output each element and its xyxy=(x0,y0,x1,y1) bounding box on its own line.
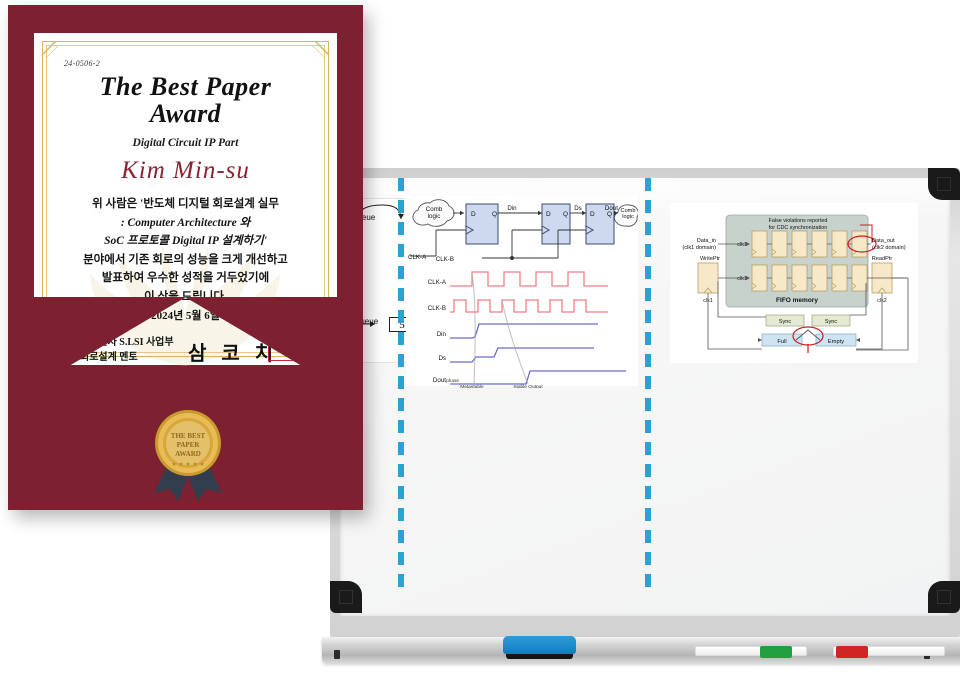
svg-text:WritePtr: WritePtr xyxy=(700,256,720,262)
whiteboard-frame: 5 4 3 2 1 queue dequeue 5 xyxy=(330,168,960,638)
svg-text:Comb: Comb xyxy=(426,206,443,213)
svg-text:★ ★ ★ ★ ★: ★ ★ ★ ★ ★ xyxy=(171,461,205,468)
envelope-flap-left xyxy=(8,297,186,402)
red-marker[interactable] xyxy=(833,646,945,658)
svg-text:D: D xyxy=(471,211,476,218)
fifo-cdc-diagram: FIFO memory clk1 clk1 False violations r… xyxy=(670,203,918,363)
svg-text:THE BEST: THE BEST xyxy=(171,432,206,440)
green-marker-cap xyxy=(760,646,792,658)
certificate-body-line: 발표하여 우수한 성적을 거두었기에 xyxy=(101,272,270,284)
envelope-flap-right xyxy=(185,297,363,402)
divider-line-right xyxy=(645,178,651,593)
tray-lip xyxy=(322,637,960,644)
svg-text:(clk2 domain): (clk2 domain) xyxy=(872,245,906,251)
certificate-title-line2: Award xyxy=(149,99,222,128)
red-marker-cap xyxy=(836,646,868,658)
svg-text:clk1: clk1 xyxy=(737,242,747,248)
frame-corner-bottom-right xyxy=(928,581,960,613)
svg-text:clk1: clk1 xyxy=(737,276,747,282)
svg-text:Empty: Empty xyxy=(828,339,845,345)
whiteboard: 5 4 3 2 1 queue dequeue 5 xyxy=(322,168,960,663)
certificate-recipient-name: Kim Min-su xyxy=(121,157,250,184)
frame-corner-bottom-left xyxy=(330,581,362,613)
svg-text:CLK-A: CLK-A xyxy=(408,254,427,261)
svg-text:Dout: Dout xyxy=(605,205,618,212)
svg-text:Q: Q xyxy=(607,211,612,218)
svg-text:ReadPtr: ReadPtr xyxy=(872,256,893,262)
divider-line-left xyxy=(398,178,404,593)
award-medal: THE BEST PAPER AWARD ★ ★ ★ ★ ★ xyxy=(154,410,222,501)
svg-text:PAPER: PAPER xyxy=(177,441,201,449)
certificate-body-line: : Computer Architecture 와 xyxy=(120,216,251,229)
award-certificate: 24-0506-2 The Best Paper Award Digital C… xyxy=(8,5,363,510)
svg-text:D: D xyxy=(546,211,551,218)
green-marker[interactable] xyxy=(695,646,807,658)
svg-text:CLK-A: CLK-A xyxy=(428,279,447,286)
svg-text:(clk1 domain): (clk1 domain) xyxy=(682,245,716,251)
certificate-number: 24-0506-2 xyxy=(64,59,101,68)
svg-text:for CDC synchronization: for CDC synchronization xyxy=(769,225,827,231)
svg-text:Q: Q xyxy=(492,211,497,218)
svg-text:Full: Full xyxy=(777,339,786,345)
svg-text:D: D xyxy=(590,211,595,218)
frame-corner-top-right xyxy=(928,168,960,200)
whiteboard-eraser[interactable] xyxy=(503,636,576,654)
svg-text:logic: logic xyxy=(622,214,634,220)
svg-text:CLK-B: CLK-B xyxy=(436,256,454,263)
comb-logic-left-icon: Comb logic xyxy=(412,199,455,227)
svg-text:FIFO memory: FIFO memory xyxy=(776,297,818,304)
screenshot-stage: 5 4 3 2 1 queue dequeue 5 xyxy=(0,0,960,675)
svg-text:Stable Output: Stable Output xyxy=(513,384,543,388)
svg-text:False violations reported: False violations reported xyxy=(769,218,828,224)
metastable-phase-subtext: phase xyxy=(446,379,460,384)
svg-text:Sync: Sync xyxy=(779,319,792,325)
svg-text:Din: Din xyxy=(507,205,517,212)
svg-text:Ds: Ds xyxy=(574,205,582,212)
svg-text:Dout: Dout xyxy=(433,377,446,384)
svg-text:Ds: Ds xyxy=(438,355,446,362)
svg-text:Din: Din xyxy=(437,331,447,338)
certificate-title: The Best Paper Award xyxy=(42,73,329,127)
svg-text:Sync: Sync xyxy=(825,319,838,325)
tray-peg-left xyxy=(334,650,340,659)
certificate-subtitle: Digital Circuit IP Part xyxy=(132,137,239,149)
svg-text:AWARD: AWARD xyxy=(175,450,201,458)
certificate-body-line: 분야에서 기존 회로의 성능을 크게 개선하고 xyxy=(83,253,288,266)
svg-text:Metastable: Metastable xyxy=(460,384,484,388)
certificate-body-line: SoC 프로토콜 Digital IP 설계하기' xyxy=(104,235,267,247)
whiteboard-surface: 5 4 3 2 1 queue dequeue 5 xyxy=(340,178,950,616)
svg-text:Data_in: Data_in xyxy=(697,238,716,244)
svg-text:Data_out: Data_out xyxy=(872,238,895,244)
certificate-body-line: 위 사람은 '반도체 디지털 회로설계 실무 xyxy=(92,198,279,210)
svg-text:Q: Q xyxy=(563,211,568,218)
svg-text:logic: logic xyxy=(428,213,441,220)
certificate-title-line1: The Best Paper xyxy=(99,72,272,101)
certificate-body: 위 사람은 '반도체 디지털 회로설계 실무 : Computer Archit… xyxy=(42,195,329,306)
svg-text:CLK-B: CLK-B xyxy=(428,305,446,312)
cdc-synchronizer-diagram: Comb logic D Q D Q D Q Comb logic Din Ds… xyxy=(406,196,638,388)
